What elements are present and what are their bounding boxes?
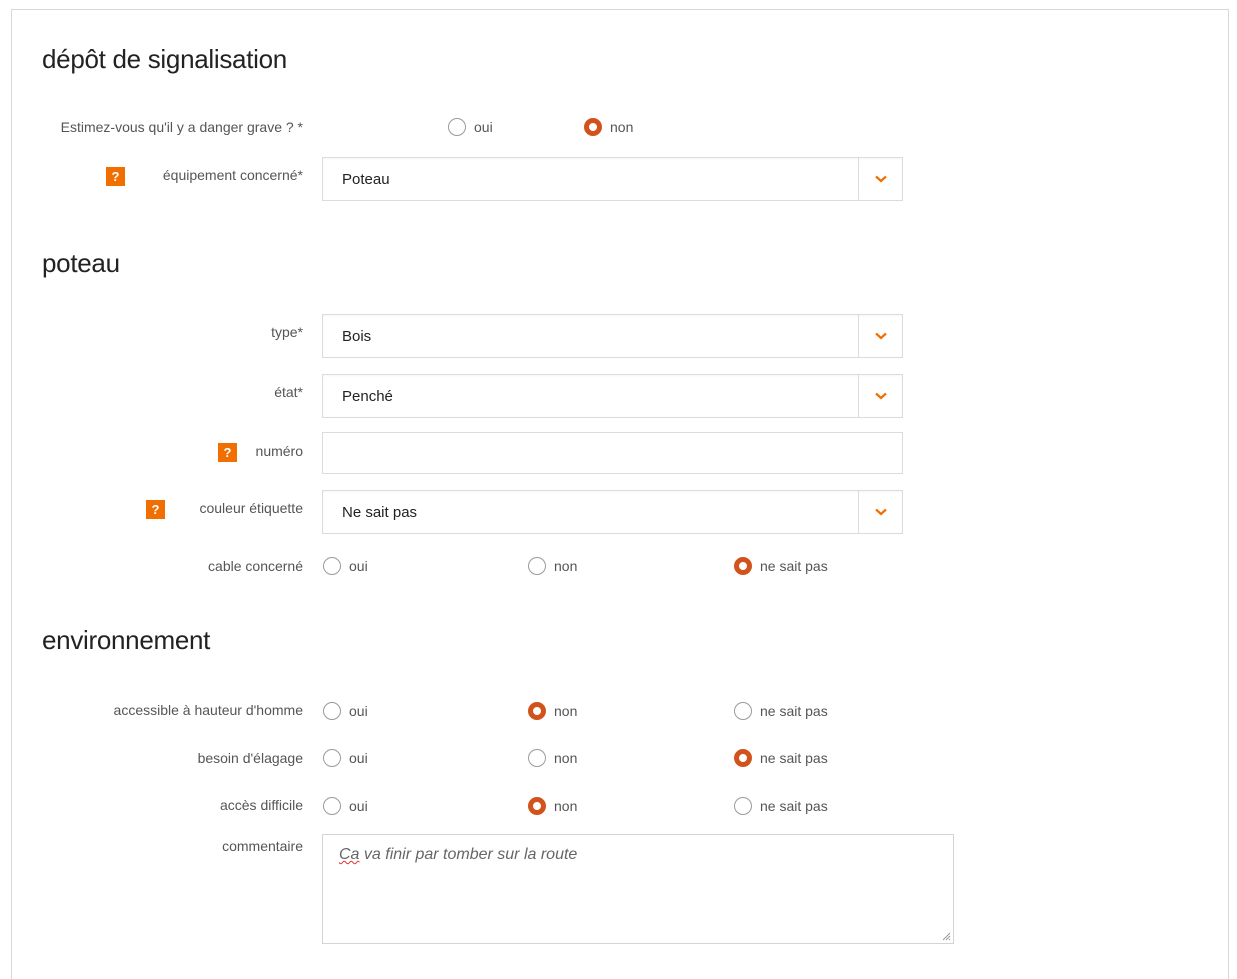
commentaire-textarea[interactable]: Ca va finir par tomber sur la route [322,834,954,944]
radio-label: ne sait pas [760,703,828,719]
acces-radio-non[interactable]: non [528,797,577,815]
radio-circle-checked [584,118,602,136]
equipement-select[interactable]: Poteau [322,157,903,201]
cable-radio-non[interactable]: non [528,557,577,575]
radio-label: ne sait pas [760,558,828,574]
equipement-value: Poteau [342,171,390,188]
radio-label: non [610,119,634,135]
radio-circle [323,749,341,767]
accessible-radio-non[interactable]: non [528,702,577,720]
cable-label: cable concerné [208,558,303,574]
radio-circle-checked [528,797,546,815]
elagage-radio-ne-sait-pas[interactable]: ne sait pas [734,749,828,767]
help-icon[interactable]: ? [218,443,237,462]
radio-circle [448,118,466,136]
cable-radio-oui[interactable]: oui [323,557,368,575]
etat-label: état* [274,384,303,400]
radio-circle [528,557,546,575]
radio-circle [323,702,341,720]
couleur-select[interactable]: Ne sait pas [322,490,903,534]
etat-select[interactable]: Penché [322,374,903,418]
section-title-poteau: poteau [42,248,120,278]
radio-circle-checked [734,557,752,575]
couleur-value: Ne sait pas [342,504,418,521]
elagage-radio-oui[interactable]: oui [323,749,368,767]
acces-label: accès difficile [219,797,303,813]
radio-circle [323,557,341,575]
chevron-down-icon[interactable] [858,158,902,200]
danger-radio-oui[interactable]: oui [448,118,493,136]
acces-radio-ne-sait-pas[interactable]: ne sait pas [734,797,828,815]
type-label: type* [271,324,303,340]
chevron-down-icon[interactable] [858,375,902,417]
accessible-radio-ne-sait-pas[interactable]: ne sait pas [734,702,828,720]
numero-label: numéro [255,443,303,459]
help-icon[interactable]: ? [106,167,125,186]
cable-radio-ne-sait-pas[interactable]: ne sait pas [734,557,828,575]
radio-circle [323,797,341,815]
help-icon[interactable]: ? [146,500,165,519]
radio-circle [734,702,752,720]
accessible-label: accessible à hauteur d'homme [113,702,303,718]
radio-label: non [554,750,578,766]
radio-label: oui [349,703,368,719]
commentaire-spell-word: Ca [339,846,360,863]
resize-grip-icon[interactable] [941,931,951,941]
section-title-environnement: environnement [42,625,211,655]
elagage-label: besoin d'élagage [197,750,303,766]
radio-label: ne sait pas [760,750,828,766]
radio-label: non [554,558,578,574]
radio-circle [734,797,752,815]
radio-circle [528,749,546,767]
elagage-radio-non[interactable]: non [528,749,577,767]
acces-radio-oui[interactable]: oui [323,797,368,815]
accessible-radio-oui[interactable]: oui [323,702,368,720]
radio-label: non [554,703,578,719]
radio-label: oui [474,119,493,135]
type-select[interactable]: Bois [322,314,903,358]
chevron-down-icon[interactable] [858,315,902,357]
radio-label: oui [349,750,368,766]
radio-label: oui [349,558,368,574]
radio-circle-checked [734,749,752,767]
numero-input[interactable] [322,432,903,474]
section-title-depot: dépôt de signalisation [42,44,287,74]
radio-label: oui [349,798,368,814]
chevron-down-icon[interactable] [858,491,902,533]
couleur-label: couleur étiquette [199,500,303,516]
danger-label: Estimez-vous qu'il y a danger grave ? * [60,119,303,135]
radio-label: ne sait pas [760,798,828,814]
etat-value: Penché [342,388,393,405]
commentaire-text: va finir par tomber sur la route [359,846,578,863]
commentaire-label: commentaire [222,838,303,854]
danger-radio-non[interactable]: non [584,118,633,136]
radio-label: non [554,798,578,814]
equipement-label: équipement concerné* [162,167,303,183]
radio-circle-checked [528,702,546,720]
type-value: Bois [342,328,372,345]
